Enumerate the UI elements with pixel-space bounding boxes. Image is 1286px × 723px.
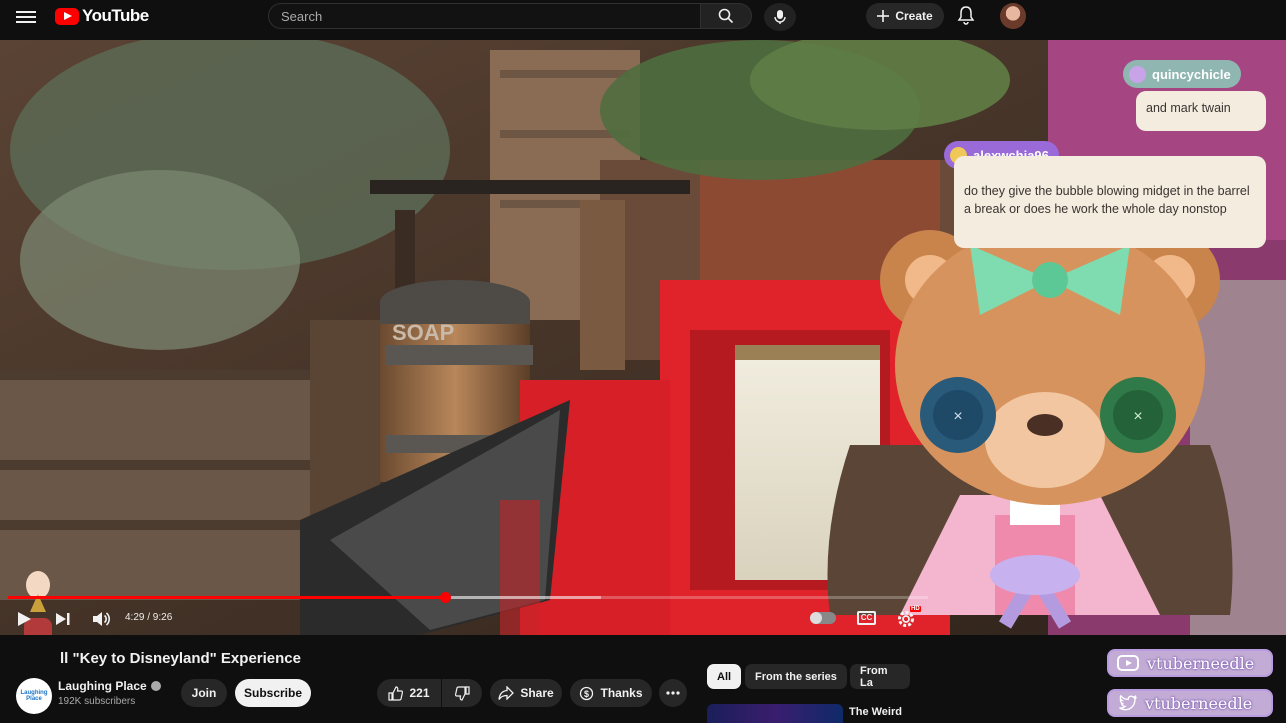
create-button[interactable]: Create: [866, 3, 944, 29]
chat-message: do they give the bubble blowing midget i…: [954, 156, 1266, 248]
like-button[interactable]: 221: [377, 679, 441, 707]
account-avatar[interactable]: [1000, 3, 1026, 29]
play-icon[interactable]: [16, 611, 32, 627]
social-youtube: vtuberneedle: [1107, 649, 1273, 677]
thumbs-up-icon: [388, 685, 404, 701]
svg-text:$: $: [584, 689, 589, 699]
social-twitter: vtuberneedle: [1107, 689, 1273, 717]
search-icon: [718, 8, 734, 24]
thumbs-down-icon: [454, 685, 470, 701]
microphone-icon: [774, 10, 786, 24]
channel-avatar-text: Laughing Place: [20, 690, 48, 702]
super-thanks-icon: $: [580, 686, 594, 700]
share-arrow-icon: [498, 686, 515, 700]
dislike-button[interactable]: [442, 679, 482, 707]
chat-message: and mark twain: [1136, 91, 1266, 131]
svg-text:×: ×: [953, 408, 962, 425]
thanks-button[interactable]: $ Thanks: [570, 679, 652, 707]
video-title: ll "Key to Disneyland" Experience: [60, 650, 301, 667]
thanks-label: Thanks: [600, 686, 643, 700]
chip-from-the-series[interactable]: From the series: [745, 664, 847, 689]
channel-avatar[interactable]: Laughing Place: [16, 678, 52, 714]
captions-icon[interactable]: CC: [857, 611, 876, 625]
social-handle: vtuberneedle: [1145, 693, 1253, 713]
search-input[interactable]: Search: [268, 3, 700, 29]
settings-gear-icon[interactable]: [896, 609, 916, 629]
recommended-title[interactable]: The Weird: [849, 706, 902, 718]
vtuber-avatar: × ×: [827, 225, 1233, 629]
search-button[interactable]: [700, 3, 752, 29]
channel-name-link[interactable]: Laughing Place: [58, 679, 161, 693]
more-actions-button[interactable]: [659, 679, 687, 707]
chip-from-channel[interactable]: From La: [850, 664, 910, 689]
youtube-icon: [1117, 655, 1139, 671]
hamburger-menu-icon[interactable]: [16, 8, 36, 24]
recommended-thumbnail[interactable]: [707, 704, 843, 723]
pause-icon: [810, 612, 822, 624]
plus-icon: [877, 10, 890, 22]
share-button[interactable]: Share: [490, 679, 562, 707]
user-avatar-icon: [1129, 65, 1146, 83]
chat-username: quincychicle: [1152, 66, 1231, 82]
more-horizontal-icon: [666, 691, 680, 695]
volume-icon[interactable]: [92, 610, 110, 628]
video-player[interactable]: SOAP × × quincychicle and mark twain ale…: [0, 40, 1286, 635]
twitter-icon: [1119, 695, 1137, 711]
chip-all[interactable]: All: [707, 664, 742, 689]
top-bar: YouTube Search Create: [0, 0, 1286, 40]
next-icon[interactable]: [55, 611, 71, 627]
hd-badge: HD: [910, 606, 921, 612]
bell-icon: [957, 6, 975, 25]
progress-played: [8, 596, 446, 599]
verified-icon: [150, 681, 161, 691]
voice-search-button[interactable]: [764, 3, 796, 31]
join-button[interactable]: Join: [181, 679, 227, 707]
notifications-button[interactable]: [956, 5, 976, 25]
logo-text: YouTube: [82, 6, 149, 25]
like-count: 221: [409, 686, 430, 700]
barrel-text: SOAP: [392, 320, 454, 345]
autoplay-toggle[interactable]: [810, 612, 836, 624]
youtube-play-icon: [55, 7, 79, 25]
svg-text:×: ×: [1133, 408, 1142, 425]
social-handle: vtuberneedle: [1147, 653, 1255, 673]
share-label: Share: [520, 686, 554, 700]
create-label: Create: [895, 9, 933, 23]
time-display: 4:29 / 9:26: [125, 612, 173, 623]
subscriber-count: 192K subscribers: [58, 696, 136, 707]
youtube-logo[interactable]: YouTube: [55, 6, 149, 26]
subscribe-button[interactable]: Subscribe: [235, 679, 311, 707]
chat-username-quincychicle: quincychicle: [1123, 60, 1241, 88]
channel-name: Laughing Place: [58, 679, 147, 693]
